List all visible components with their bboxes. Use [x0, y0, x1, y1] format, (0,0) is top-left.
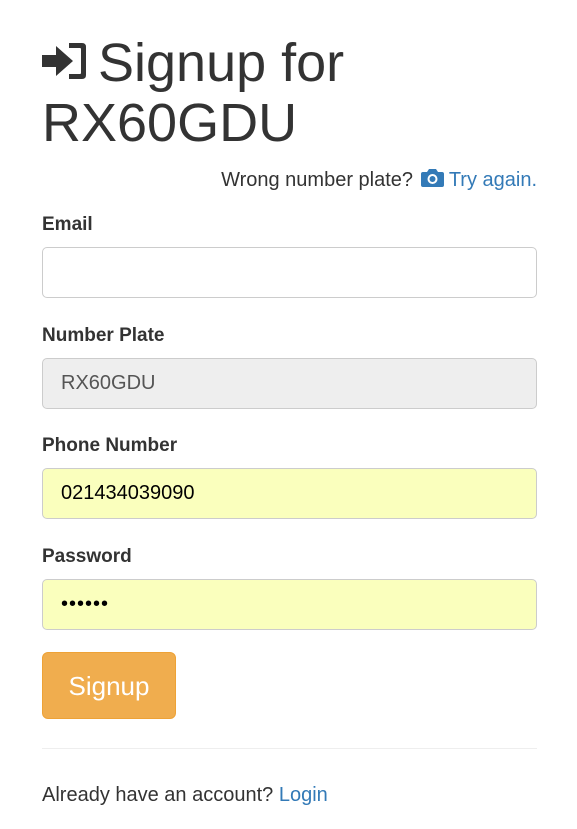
password-field[interactable] [42, 579, 537, 630]
phone-number-label: Phone Number [42, 435, 178, 456]
camera-icon [420, 169, 444, 187]
login-icon [42, 43, 86, 79]
wrong-plate-text: Wrong number plate? [221, 169, 414, 191]
email-field[interactable] [42, 247, 537, 298]
signup-button[interactable]: Signup [42, 652, 176, 719]
try-again-link[interactable]: Try again. [419, 169, 537, 191]
login-prompt: Already have an account? Login [42, 781, 328, 809]
number-plate-label: Number Plate [42, 325, 165, 346]
email-label: Email [42, 214, 93, 235]
wrong-plate-notice: Wrong number plate? Try again. [221, 166, 537, 194]
page-title: Signup for RX60GDU [42, 33, 537, 153]
login-link[interactable]: Login [279, 784, 328, 806]
password-label: Password [42, 546, 132, 567]
divider [42, 748, 537, 749]
try-again-label: Try again. [448, 169, 537, 191]
number-plate-field [42, 358, 537, 409]
phone-number-field[interactable] [42, 468, 537, 519]
login-prompt-text: Already have an account? [42, 784, 274, 806]
